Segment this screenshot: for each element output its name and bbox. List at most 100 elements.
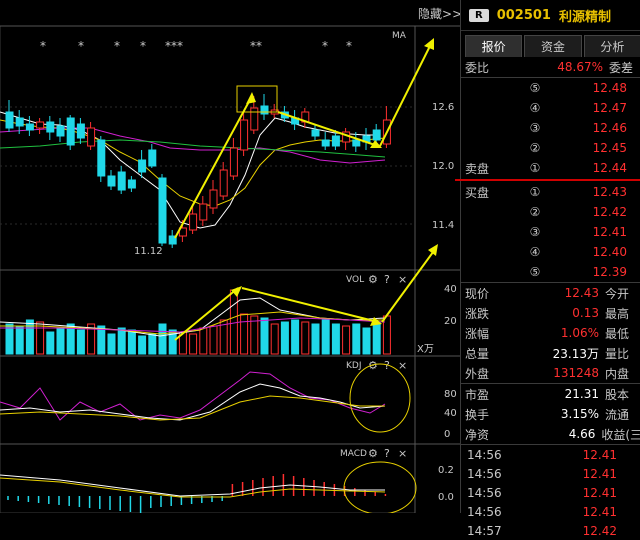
candle-body	[372, 129, 381, 141]
macd-histogram	[7, 474, 387, 513]
trade-row: 14:56 12.41	[461, 464, 640, 483]
tab-funds[interactable]: 资金	[524, 35, 582, 57]
price-axis-label: 12.6	[432, 102, 454, 113]
stat-value: 21.31	[564, 387, 599, 401]
order-row: ④ 12.47	[461, 98, 640, 118]
signal-star: *	[322, 39, 328, 53]
signal-star: *	[78, 39, 84, 53]
candle-body	[260, 105, 269, 115]
sell-orders: ⑤ 12.48 ④ 12.47 ③ 12.46 ② 12.45 卖盘 ① 12.44	[461, 78, 640, 178]
volume-bar	[46, 331, 55, 355]
order-row: ③ 12.46	[461, 118, 640, 138]
order-row: 买盘 ① 12.43	[461, 182, 640, 202]
vol-axis-label: 40	[444, 284, 457, 295]
stat-row: 换手 3.15% 流通	[461, 404, 640, 424]
volume-bar	[321, 319, 330, 355]
trade-time: 14:56	[467, 504, 502, 519]
trade-time: 14:56	[467, 447, 502, 462]
stat-label: 换手	[465, 407, 490, 422]
low-price-label: 11.12	[134, 246, 163, 257]
vol-arrow-projection	[381, 247, 437, 323]
kline-chart[interactable]: 隐藏>> MA * * * * *** ** * * 12.6 12.0 11.4 11.12…	[0, 0, 462, 515]
order-row: 卖盘 ① 12.44	[461, 158, 640, 178]
signal-star: *	[114, 39, 120, 53]
signal-star: ***	[165, 39, 183, 53]
vol-gear-icon[interactable]: ⚙	[368, 273, 378, 286]
volume-bar	[229, 289, 238, 355]
order-ratio-row: 委比 48.67% 委差	[461, 57, 640, 77]
candle-body	[240, 119, 249, 151]
tab-analysis[interactable]: 分析	[583, 35, 640, 57]
macd-close-icon[interactable]: ×	[398, 447, 407, 460]
arrow-head	[246, 92, 256, 104]
stock-code: 002501	[496, 7, 551, 23]
volume-bar	[25, 319, 34, 355]
stat-label2: 流通	[605, 407, 630, 422]
vol-help-icon[interactable]: ?	[384, 273, 390, 286]
volume-bar	[148, 333, 157, 355]
order-row: ⑤ 12.48	[461, 78, 640, 98]
stat-value: 1.06%	[560, 326, 599, 340]
stat-value: 4.66	[568, 427, 596, 441]
order-level: ③	[529, 225, 541, 239]
order-price: 12.44	[592, 161, 627, 175]
volume-bar	[189, 333, 198, 355]
candle-body	[76, 123, 85, 139]
candle-body	[15, 117, 24, 127]
order-level: ④	[529, 101, 541, 115]
trade-price: 12.41	[582, 466, 617, 481]
trade-price: 12.41	[582, 447, 617, 462]
macd-gear-icon[interactable]: ⚙	[368, 447, 378, 460]
vol-close-icon[interactable]: ×	[398, 273, 407, 286]
trade-price: 12.41	[582, 485, 617, 500]
quote-stats: 现价 12.43 今开 涨跌 0.13 最高 涨幅 1.06% 最低 总量 23.13万 量比 …	[461, 283, 640, 383]
order-price: 12.41	[592, 225, 627, 239]
r-badge[interactable]: R	[469, 8, 489, 22]
stat-label2: 最高	[605, 306, 630, 321]
candle-body	[321, 139, 330, 147]
trade-time: 14:56	[467, 466, 502, 481]
stat-label2: 收益(三	[601, 427, 640, 442]
order-price: 12.46	[592, 121, 627, 135]
price-axis-label: 11.4	[432, 220, 454, 231]
candle-body	[138, 159, 147, 173]
kline-chart-pane[interactable]: 隐藏>> MA * * * * *** ** * * 12.6 12.0 11.4 11.12…	[0, 0, 462, 515]
order-row: ④ 12.40	[461, 242, 640, 262]
order-side-label: 卖盘	[465, 161, 490, 176]
order-price: 12.39	[592, 265, 627, 279]
volume-bar	[260, 317, 269, 355]
order-price: 12.42	[592, 205, 627, 219]
stat-row: 现价 12.43 今开	[461, 283, 640, 303]
volume-bar	[97, 325, 106, 355]
order-level: ②	[529, 205, 541, 219]
volume-bar	[76, 329, 85, 355]
hide-button[interactable]: 隐藏>>	[418, 7, 462, 21]
order-price: 12.48	[592, 81, 627, 95]
tab-quote[interactable]: 报价	[465, 35, 523, 57]
kdj-gear-icon[interactable]: ⚙	[368, 359, 378, 372]
stock-name: 利源精制	[558, 9, 611, 25]
stat-label2: 内盘	[605, 366, 630, 381]
signal-star: *	[346, 39, 352, 53]
stat-row: 净资 4.66 收益(三	[461, 424, 640, 444]
volume-bar	[331, 323, 340, 355]
stat-value: 3.15%	[560, 407, 599, 421]
kdj-close-icon[interactable]: ×	[398, 359, 407, 372]
stat-label: 外盘	[465, 366, 490, 381]
candle-body	[209, 189, 218, 209]
order-level: ②	[529, 141, 541, 155]
volume-bar	[352, 323, 361, 355]
stat-row: 涨跌 0.13 最高	[461, 303, 640, 323]
signal-star: **	[250, 39, 262, 53]
order-row: ② 12.45	[461, 138, 640, 158]
order-level: ①	[529, 161, 541, 175]
macd-help-icon[interactable]: ?	[384, 447, 390, 460]
volume-bar	[311, 323, 320, 355]
volume-bar	[36, 321, 45, 355]
volume-bar	[209, 325, 218, 355]
kdj-axis-label: 80	[444, 389, 457, 400]
trend-arrow-projection	[379, 41, 433, 147]
candle-body	[36, 121, 45, 129]
trade-time: 14:57	[467, 523, 502, 538]
price-axis-label: 12.0	[432, 161, 454, 172]
